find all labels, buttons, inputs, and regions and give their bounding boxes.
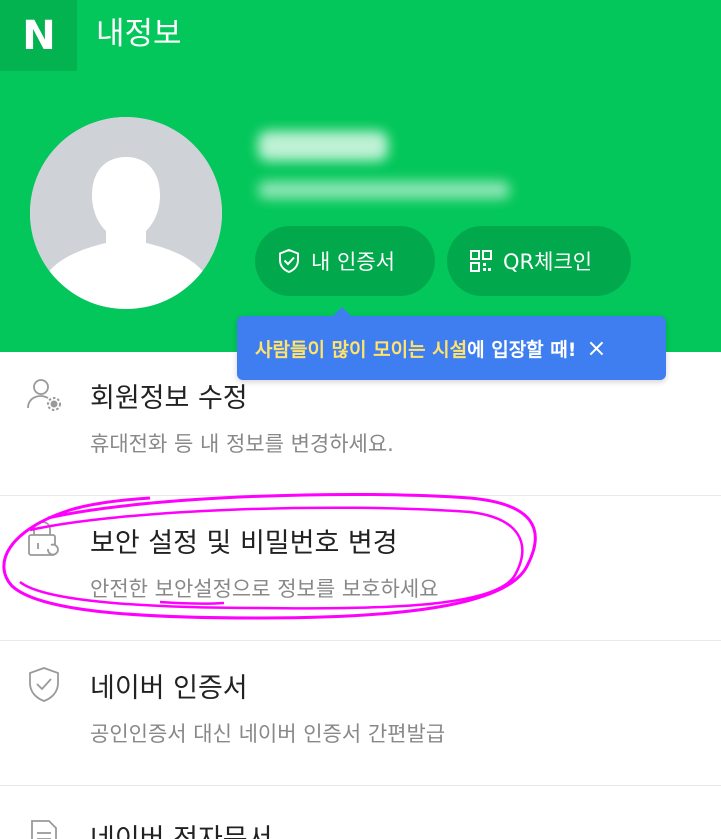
my-certificate-label: 내 인증서	[311, 250, 395, 274]
divider	[0, 640, 721, 641]
shield-check-icon	[24, 664, 64, 704]
default-person-icon	[30, 117, 222, 309]
divider	[0, 495, 721, 496]
menu-item-edit-member-info[interactable]: 회원정보 수정 휴대전화 등 내 정보를 변경하세요.	[0, 352, 721, 497]
menu-item-title: 보안 설정 및 비밀번호 변경	[90, 528, 398, 559]
naver-logo[interactable]: N	[0, 0, 77, 71]
menu-item-security-password[interactable]: 보안 설정 및 비밀번호 변경 안전한 보안설정으로 정보를 보호하세요	[0, 497, 721, 642]
user-name-blurred	[258, 131, 388, 161]
document-icon	[24, 817, 64, 839]
avatar[interactable]	[30, 117, 222, 309]
user-email-blurred	[258, 181, 510, 199]
divider	[0, 785, 721, 786]
profile-section: 내 인증서 QR체크인	[0, 71, 721, 352]
menu-item-title: 회원정보 수정	[90, 383, 248, 414]
qr-checkin-label: QR체크인	[503, 250, 593, 274]
my-certificate-button[interactable]: 내 인증서	[255, 226, 435, 296]
qr-code-icon	[469, 249, 493, 273]
logo-text: N	[22, 12, 55, 59]
top-bar: N 내정보	[0, 0, 721, 71]
menu-item-naver-certificate[interactable]: 네이버 인증서 공인인증서 대신 네이버 인증서 간편발급	[0, 642, 721, 787]
shield-check-icon	[277, 248, 301, 274]
user-settings-icon	[24, 374, 64, 414]
menu-item-naver-e-document[interactable]: 네이버 전자문서	[0, 787, 721, 839]
lock-refresh-icon	[24, 519, 64, 559]
qr-checkin-button[interactable]: QR체크인	[447, 226, 631, 296]
page-title: 내정보	[96, 16, 182, 52]
menu-item-description: 휴대전화 등 내 정보를 변경하세요.	[90, 432, 394, 456]
menu-item-title: 네이버 전자문서	[90, 817, 272, 839]
menu-item-description: 공인인증서 대신 네이버 인증서 간편발급	[90, 722, 446, 746]
menu-item-title: 네이버 인증서	[90, 673, 248, 704]
menu-item-description: 안전한 보안설정으로 정보를 보호하세요	[90, 577, 439, 601]
